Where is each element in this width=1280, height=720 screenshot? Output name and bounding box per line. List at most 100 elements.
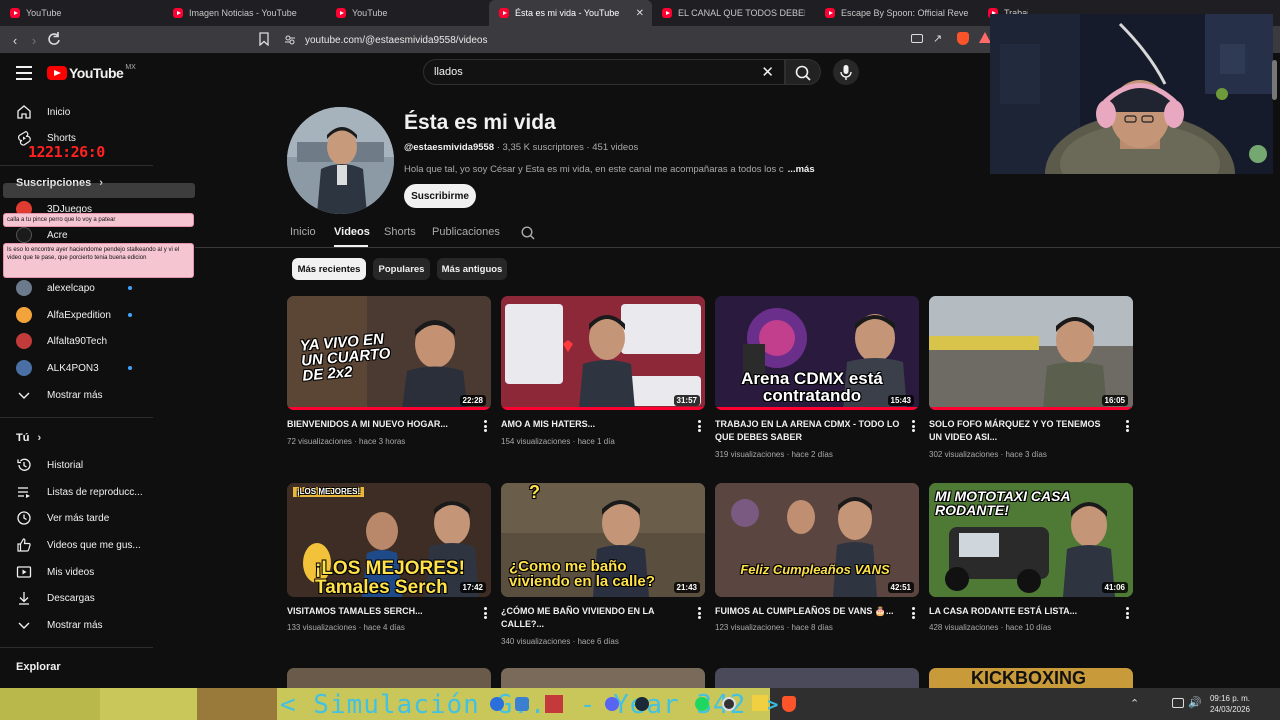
video-title[interactable]: FUIMOS AL CUMPLEAÑOS DE VANS 🎂... bbox=[715, 605, 900, 618]
video-thumbnail[interactable]: ¡LOS MEJORES! ¡LOS MEJORES! Tamales Serc… bbox=[287, 483, 491, 597]
sidebar-subscription[interactable]: ALK4PON3 bbox=[0, 355, 195, 381]
video-title[interactable]: LA CASA RODANTE ESTÁ LISTA... bbox=[929, 605, 1114, 618]
video-thumbnail[interactable]: ? ¿Como me baño viviendo en la calle? 21… bbox=[501, 483, 705, 597]
browser-tab-active[interactable]: Ésta es mi vida - YouTube ✕ bbox=[489, 0, 652, 26]
browser-tab[interactable]: YouTube bbox=[326, 0, 489, 26]
steam-icon[interactable] bbox=[635, 697, 649, 711]
edge-icon[interactable] bbox=[490, 697, 504, 711]
more-options-icon[interactable] bbox=[484, 607, 488, 619]
search-box[interactable]: ✕ bbox=[423, 59, 785, 85]
video-thumbnail[interactable]: MI MOTOTAXI CASA RODANTE! 41:06 bbox=[929, 483, 1133, 597]
more-options-icon[interactable] bbox=[484, 420, 488, 432]
close-tab-icon[interactable]: ✕ bbox=[636, 8, 644, 19]
video-title[interactable]: BIENVENIDOS A MI NUEVO HOGAR... bbox=[287, 418, 472, 431]
video-title[interactable]: VISITAMOS TAMALES SERCH... bbox=[287, 605, 472, 618]
video-title[interactable]: AMO A MIS HATERS... bbox=[501, 418, 686, 431]
sidebar-item-historial[interactable]: Historial bbox=[0, 452, 195, 478]
video-card[interactable]: YA VIVO EN UN CUARTO DE 2x2 22:28 BIENVE… bbox=[287, 296, 491, 446]
video-card[interactable]: Arena CDMX está contratando 15:43 TRABAJ… bbox=[715, 296, 919, 459]
voice-search-button[interactable] bbox=[833, 59, 859, 85]
channel-description[interactable]: Hola que tal, yo soy César y Esta es mi … bbox=[404, 164, 815, 175]
more-options-icon[interactable] bbox=[1126, 420, 1130, 432]
video-thumbnail[interactable]: Arena CDMX está contratando 15:43 bbox=[715, 296, 919, 410]
url-field[interactable]: youtube.com/@estaesmivida9558/videos bbox=[305, 31, 865, 49]
sidebar-item-downloads[interactable]: Descargas bbox=[0, 585, 195, 611]
volume-icon[interactable]: 🔊 bbox=[1188, 696, 1202, 709]
tab-inicio[interactable]: Inicio bbox=[290, 226, 316, 238]
system-clock[interactable]: 09:16 p. m. 24/03/2026 bbox=[1210, 693, 1250, 715]
more-options-icon[interactable] bbox=[912, 607, 916, 619]
you-heading[interactable]: Tú › bbox=[16, 432, 41, 444]
chip-popular[interactable]: Populares bbox=[373, 258, 430, 280]
sidebar-item-my-videos[interactable]: Mis videos bbox=[0, 559, 195, 585]
description-more-link[interactable]: ...más bbox=[788, 164, 815, 175]
app-icon[interactable] bbox=[545, 695, 563, 713]
video-card[interactable]: ? ¿Como me baño viviendo en la calle? 21… bbox=[501, 483, 705, 646]
sidebar-subscription[interactable]: Alfalta90Tech bbox=[0, 328, 195, 354]
sidebar-subscription[interactable]: alexelcapo bbox=[0, 275, 195, 301]
word-icon[interactable] bbox=[515, 697, 529, 711]
more-options-icon[interactable] bbox=[1126, 607, 1130, 619]
spotify-icon[interactable] bbox=[695, 697, 709, 711]
tab-videos[interactable]: Videos bbox=[334, 226, 370, 238]
tab-publicaciones[interactable]: Publicaciones bbox=[432, 226, 500, 238]
video-thumbnail[interactable]: Feliz Cumpleaños VANS 42:51 bbox=[715, 483, 919, 597]
more-options-icon[interactable] bbox=[698, 607, 702, 619]
cast-icon[interactable] bbox=[911, 34, 923, 43]
sidebar-show-more-subs[interactable]: Mostrar más bbox=[0, 382, 195, 408]
video-card[interactable]: ¡LOS MEJORES! ¡LOS MEJORES! Tamales Serc… bbox=[287, 483, 491, 632]
discord-icon[interactable] bbox=[605, 697, 619, 711]
video-thumbnail[interactable]: 31:57 bbox=[501, 296, 705, 410]
video-thumbnail[interactable]: 16:05 bbox=[929, 296, 1133, 410]
network-icon[interactable] bbox=[1172, 698, 1184, 708]
video-title[interactable]: SOLO FOFO MÁRQUEZ Y YO TENEMOS UN VIDEO … bbox=[929, 418, 1114, 444]
back-icon[interactable]: ‹ bbox=[5, 30, 25, 50]
sidebar-item-liked-videos[interactable]: Videos que me gus... bbox=[0, 532, 195, 558]
site-info-icon[interactable] bbox=[284, 33, 296, 51]
share-icon[interactable]: ↗ bbox=[933, 32, 942, 45]
youtube-logo[interactable]: YouTube MX bbox=[47, 64, 136, 81]
reload-icon[interactable] bbox=[45, 30, 63, 53]
subscribe-button[interactable]: Suscribirme bbox=[404, 184, 476, 208]
app-icon[interactable] bbox=[752, 695, 768, 711]
sidebar-show-more-you[interactable]: Mostrar más bbox=[0, 612, 195, 638]
brave-icon[interactable] bbox=[782, 696, 796, 712]
bookmark-icon[interactable] bbox=[258, 32, 270, 51]
video-thumbnail[interactable]: KICKBOXING bbox=[929, 668, 1133, 690]
sidebar-item-playlists[interactable]: Listas de reproducc... bbox=[0, 479, 195, 505]
tab-shorts[interactable]: Shorts bbox=[384, 226, 416, 238]
video-card[interactable]: Feliz Cumpleaños VANS 42:51 FUIMOS AL CU… bbox=[715, 483, 919, 632]
browser-tab[interactable]: EL CANAL QUE TODOS DEBERIAMOS... bbox=[652, 0, 815, 26]
video-card[interactable]: 16:05 SOLO FOFO MÁRQUEZ Y YO TENEMOS UN … bbox=[929, 296, 1133, 459]
video-title[interactable]: TRABAJO EN LA ARENA CDMX - TODO LO QUE D… bbox=[715, 418, 900, 444]
brave-shield-icon[interactable] bbox=[957, 32, 969, 45]
search-input[interactable] bbox=[434, 66, 734, 78]
browser-tab[interactable]: Escape By Spoon: Official Reveal Trai... bbox=[815, 0, 978, 26]
chip-oldest[interactable]: Más antiguos bbox=[437, 258, 507, 280]
clear-search-icon[interactable]: ✕ bbox=[761, 63, 774, 81]
browser-tab[interactable]: YouTube bbox=[0, 0, 163, 26]
search-button[interactable] bbox=[785, 59, 821, 85]
video-title[interactable]: ¿CÓMO ME BAÑO VIVIENDO EN LA CALLE?... bbox=[501, 605, 686, 631]
channel-avatar-large[interactable] bbox=[287, 107, 394, 214]
more-options-icon[interactable] bbox=[912, 420, 916, 432]
video-card[interactable]: 31:57 AMO A MIS HATERS... 154 visualizac… bbox=[501, 296, 705, 446]
page-scrollbar[interactable] bbox=[1272, 60, 1277, 100]
chevron-up-icon[interactable]: ⌃ bbox=[1130, 697, 1139, 710]
obs-icon[interactable] bbox=[722, 697, 736, 711]
chip-most-recent[interactable]: Más recientes bbox=[292, 258, 366, 280]
video-thumbnail[interactable]: YA VIVO EN UN CUARTO DE 2x2 22:28 bbox=[287, 296, 491, 410]
forward-icon[interactable]: › bbox=[24, 30, 44, 50]
browser-tab[interactable]: Imagen Noticias - YouTube bbox=[163, 0, 326, 26]
video-thumbnail[interactable] bbox=[287, 668, 491, 690]
video-card[interactable]: MI MOTOTAXI CASA RODANTE! 41:06 LA CASA … bbox=[929, 483, 1133, 632]
sidebar-item-inicio[interactable]: Inicio bbox=[0, 99, 195, 125]
channel-search-icon[interactable] bbox=[520, 225, 536, 246]
video-thumbnail[interactable] bbox=[715, 668, 919, 690]
channel-handle: @estaesmivida9558 bbox=[404, 142, 495, 153]
sidebar-item-watch-later[interactable]: Ver más tarde bbox=[0, 505, 195, 531]
menu-icon[interactable] bbox=[16, 66, 32, 80]
more-options-icon[interactable] bbox=[698, 420, 702, 432]
video-thumbnail[interactable] bbox=[501, 668, 705, 690]
sidebar-subscription[interactable]: AlfaExpedition bbox=[0, 302, 195, 328]
